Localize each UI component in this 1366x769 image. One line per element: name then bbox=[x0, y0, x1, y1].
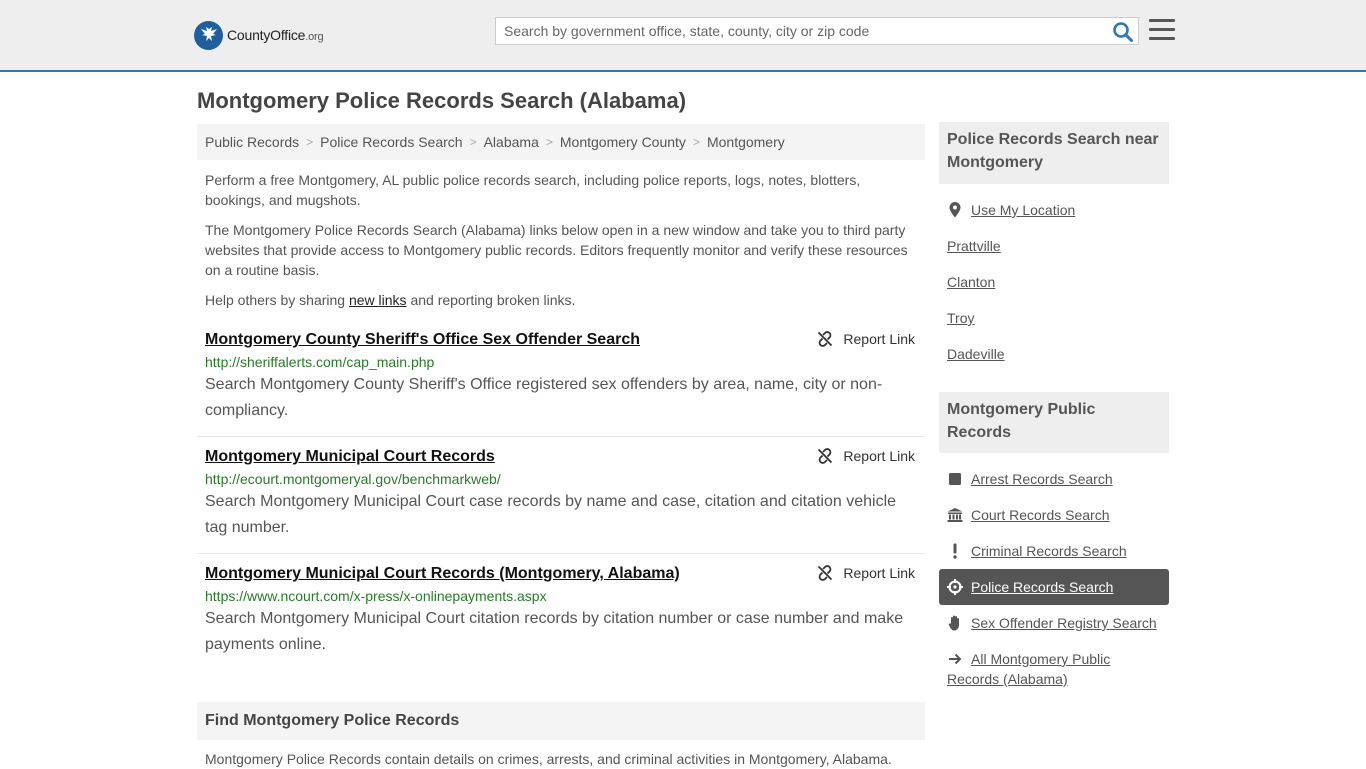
breadcrumb: Public Records > Police Records Search >… bbox=[197, 124, 925, 160]
sidebar-item-label[interactable]: Police Records Search bbox=[971, 577, 1113, 597]
sidebar-item-sex-offender-registry[interactable]: Sex Offender Registry Search bbox=[947, 613, 1157, 633]
broken-link-icon bbox=[818, 565, 833, 581]
nearby-city-link[interactable]: Clanton bbox=[947, 272, 995, 292]
breadcrumb-public-records[interactable]: Public Records bbox=[205, 134, 299, 150]
sidebar-item-court-records[interactable]: Court Records Search bbox=[947, 505, 1110, 525]
result-description: Search Montgomery Municipal Court citati… bbox=[205, 610, 904, 653]
breadcrumb-police-records-search[interactable]: Police Records Search bbox=[320, 134, 462, 150]
page-title: Montgomery Police Records Search (Alabam… bbox=[197, 88, 687, 113]
report-link-label: Report Link bbox=[843, 448, 915, 464]
breadcrumb-separator-icon: > bbox=[692, 135, 700, 149]
sidebar-public-records-heading: Montgomery Public Records bbox=[939, 392, 1169, 453]
all-public-records-text: All Montgomery Public Records (Alabama) bbox=[947, 651, 1111, 687]
intro-text: Perform a free Montgomery, AL public pol… bbox=[205, 170, 915, 320]
use-my-location-link[interactable]: Use My Location bbox=[947, 200, 1075, 220]
intro-paragraph-1: Perform a free Montgomery, AL public pol… bbox=[205, 172, 861, 208]
logo-main: CountyOffice bbox=[227, 27, 306, 43]
intro-paragraph-3: Help others by sharing new links and rep… bbox=[205, 290, 915, 310]
sidebar-item-label[interactable]: Court Records Search bbox=[971, 505, 1110, 525]
new-links-link[interactable]: new links bbox=[349, 292, 407, 308]
report-link-label: Report Link bbox=[843, 565, 915, 581]
use-my-location-label[interactable]: Use My Location bbox=[971, 200, 1075, 220]
breadcrumb-separator-icon: > bbox=[469, 135, 477, 149]
nearby-city-link[interactable]: Prattville bbox=[947, 236, 1001, 256]
report-link-button[interactable]: Report Link bbox=[817, 448, 915, 464]
breadcrumb-separator-icon: > bbox=[545, 135, 553, 149]
arrow-right-icon bbox=[947, 651, 963, 667]
sidebar-item-police-records[interactable]: Police Records Search bbox=[939, 569, 1169, 605]
exclamation-icon bbox=[947, 543, 963, 559]
result-item: Montgomery County Sheriff's Office Sex O… bbox=[197, 329, 925, 437]
map-pin-icon bbox=[947, 202, 963, 218]
nearby-city-link[interactable]: Dadeville bbox=[947, 344, 1005, 364]
nearby-city-clanton[interactable]: Clanton bbox=[947, 272, 995, 292]
sidebar-item-label[interactable]: Sex Offender Registry Search bbox=[971, 613, 1157, 633]
logo-eagle-icon bbox=[194, 20, 223, 50]
broken-link-icon bbox=[818, 448, 833, 464]
search-input[interactable] bbox=[496, 18, 1104, 44]
sidebar-item-label[interactable]: Arrest Records Search bbox=[971, 469, 1113, 489]
sidebar-item-criminal-records[interactable]: Criminal Records Search bbox=[947, 541, 1127, 561]
courthouse-icon bbox=[947, 507, 963, 523]
find-section-heading: Find Montgomery Police Records bbox=[197, 702, 925, 740]
result-description: Search Montgomery County Sheriff's Offic… bbox=[205, 376, 883, 419]
site-header: CountyOffice.org bbox=[0, 0, 1366, 72]
result-title-link[interactable]: Montgomery Municipal Court Records (Mont… bbox=[205, 563, 680, 585]
report-link-label: Report Link bbox=[843, 331, 915, 347]
hand-icon bbox=[947, 615, 963, 631]
result-url: http://sheriffalerts.com/cap_main.php bbox=[205, 354, 435, 370]
result-item: Montgomery Municipal Court Records Repor… bbox=[197, 446, 925, 554]
sidebar-item-label[interactable]: Criminal Records Search bbox=[971, 541, 1127, 561]
site-logo[interactable]: CountyOffice.org bbox=[194, 20, 324, 50]
breadcrumb-separator-icon: > bbox=[306, 135, 314, 149]
search-box bbox=[495, 17, 1139, 45]
intro-p3-before: Help others by sharing bbox=[205, 292, 349, 308]
all-public-records-label[interactable]: All Montgomery Public Records (Alabama) bbox=[947, 649, 1137, 689]
nearby-city-link[interactable]: Troy bbox=[947, 308, 974, 328]
hamburger-menu-icon[interactable] bbox=[1149, 19, 1175, 43]
result-description: Search Montgomery Municipal Court case r… bbox=[205, 493, 897, 536]
all-public-records-link[interactable]: All Montgomery Public Records (Alabama) bbox=[947, 649, 1157, 689]
logo-tld: .org bbox=[305, 31, 324, 43]
result-title-link[interactable]: Montgomery Municipal Court Records bbox=[205, 446, 495, 468]
result-url: http://ecourt.montgomeryal.gov/benchmark… bbox=[205, 471, 501, 487]
nearby-city-prattville[interactable]: Prattville bbox=[947, 236, 1001, 256]
nearby-city-troy[interactable]: Troy bbox=[947, 308, 974, 328]
result-item: Montgomery Municipal Court Records (Mont… bbox=[197, 563, 925, 671]
breadcrumb-montgomery[interactable]: Montgomery bbox=[707, 134, 785, 150]
report-link-button[interactable]: Report Link bbox=[817, 331, 915, 347]
result-title-link[interactable]: Montgomery County Sheriff's Office Sex O… bbox=[205, 329, 640, 351]
search-icon[interactable] bbox=[1112, 21, 1134, 43]
logo-text: CountyOffice.org bbox=[227, 27, 324, 43]
square-icon bbox=[947, 471, 963, 487]
intro-p3-after: and reporting broken links. bbox=[406, 292, 576, 308]
sidebar-nearby-heading: Police Records Search near Montgomery bbox=[939, 122, 1169, 184]
intro-paragraph-2: The Montgomery Police Records Search (Al… bbox=[205, 222, 908, 278]
broken-link-icon bbox=[818, 331, 833, 347]
breadcrumb-alabama[interactable]: Alabama bbox=[484, 134, 539, 150]
crosshair-icon bbox=[947, 579, 963, 595]
sidebar-item-arrest-records[interactable]: Arrest Records Search bbox=[947, 469, 1113, 489]
breadcrumb-montgomery-county[interactable]: Montgomery County bbox=[560, 134, 686, 150]
report-link-button[interactable]: Report Link bbox=[817, 565, 915, 581]
nearby-city-dadeville[interactable]: Dadeville bbox=[947, 344, 1005, 364]
find-section-text: Montgomery Police Records contain detail… bbox=[205, 751, 892, 767]
result-url: https://www.ncourt.com/x-press/x-onlinep… bbox=[205, 588, 547, 604]
